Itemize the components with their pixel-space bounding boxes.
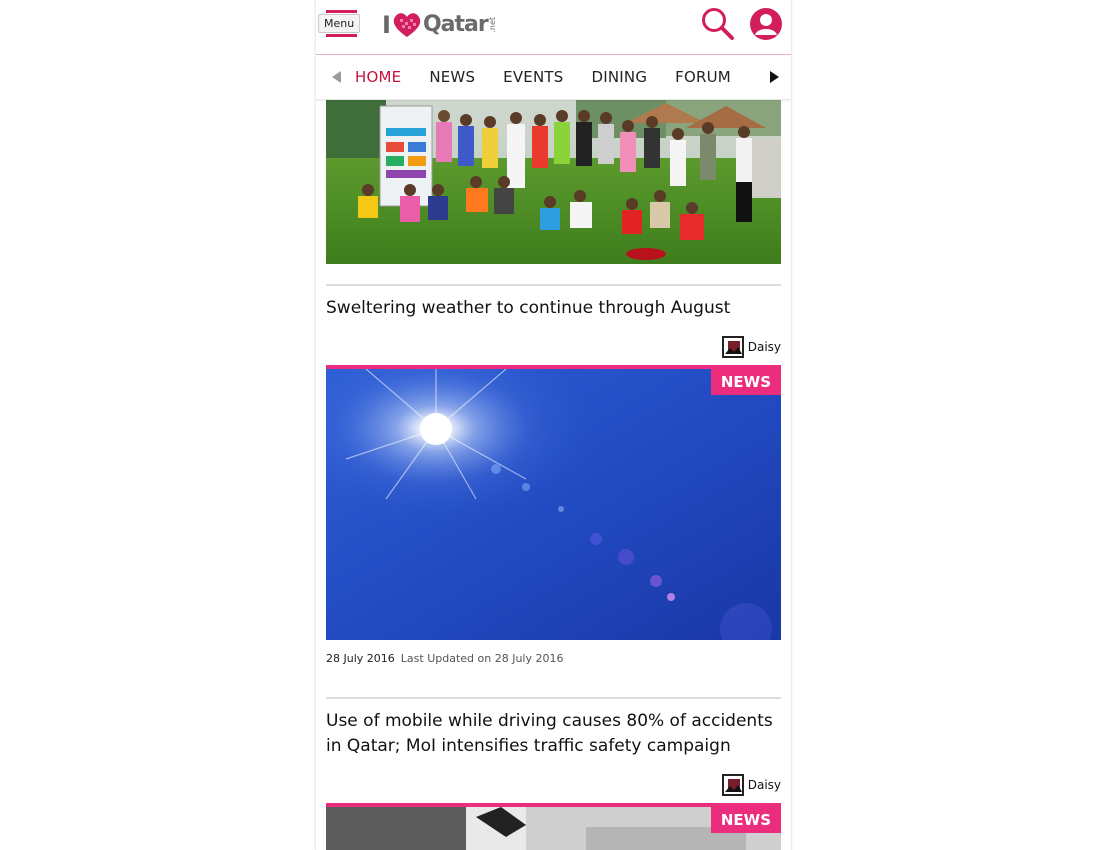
category-badge[interactable]: NEWS [710,807,781,833]
group-photo[interactable] [326,98,781,264]
article-updated: Last Updated on 28 July 2016 [400,652,564,665]
tab-forum[interactable]: FORUM [675,55,731,99]
arrow-right-icon[interactable] [770,71,779,83]
nav-tabs: HOME NEWS EVENTS DINING FORUM [355,55,760,99]
author-avatar-icon [721,336,744,358]
author-link[interactable]: Daisy [721,773,781,797]
user-icon [750,8,782,40]
arrow-left-icon[interactable] [332,71,341,83]
article-divider [326,697,781,699]
author-name: Daisy [747,340,781,354]
author-link[interactable]: Daisy [721,335,781,359]
hamburger-bar [326,34,357,37]
author-avatar-icon [721,774,744,796]
article-date: 28 July 2016 [326,652,395,665]
search-icon [702,8,734,40]
site-header: Menu I Qatar .net [316,0,791,55]
site-logo[interactable]: I Qatar .net [382,10,497,40]
author-name: Daisy [747,778,781,792]
logo-suffix: .net [487,17,497,33]
tab-home[interactable]: HOME [355,55,401,99]
heart-logo-icon [393,13,421,37]
profile-button[interactable] [749,7,783,41]
menu-label[interactable]: Menu [318,14,361,33]
article-title[interactable]: Sweltering weather to continue through A… [326,296,781,321]
article-title[interactable]: Use of mobile while driving causes 80% o… [326,709,781,759]
article-feed[interactable]: Sweltering weather to continue through A… [316,0,791,850]
page: Sweltering weather to continue through A… [0,0,1100,850]
tab-news[interactable]: NEWS [429,55,475,99]
main-nav: HOME NEWS EVENTS DINING FORUM [316,55,791,100]
article-meta: 28 July 2016 Last Updated on 28 July 2016 [326,651,563,667]
sun-photo-image [326,369,781,640]
logo-wordmark: Qatar [422,12,489,37]
search-button[interactable] [700,6,736,42]
hamburger-bar [326,10,357,13]
article-divider [326,284,781,286]
tab-dining[interactable]: DINING [592,55,648,99]
sun-photo[interactable] [326,369,781,640]
tab-events[interactable]: EVENTS [503,55,563,99]
logo-prefix: I [382,11,391,39]
category-badge[interactable]: NEWS [710,369,781,395]
group-photo-image [326,98,781,264]
mobile-viewport: Sweltering weather to continue through A… [315,0,792,850]
